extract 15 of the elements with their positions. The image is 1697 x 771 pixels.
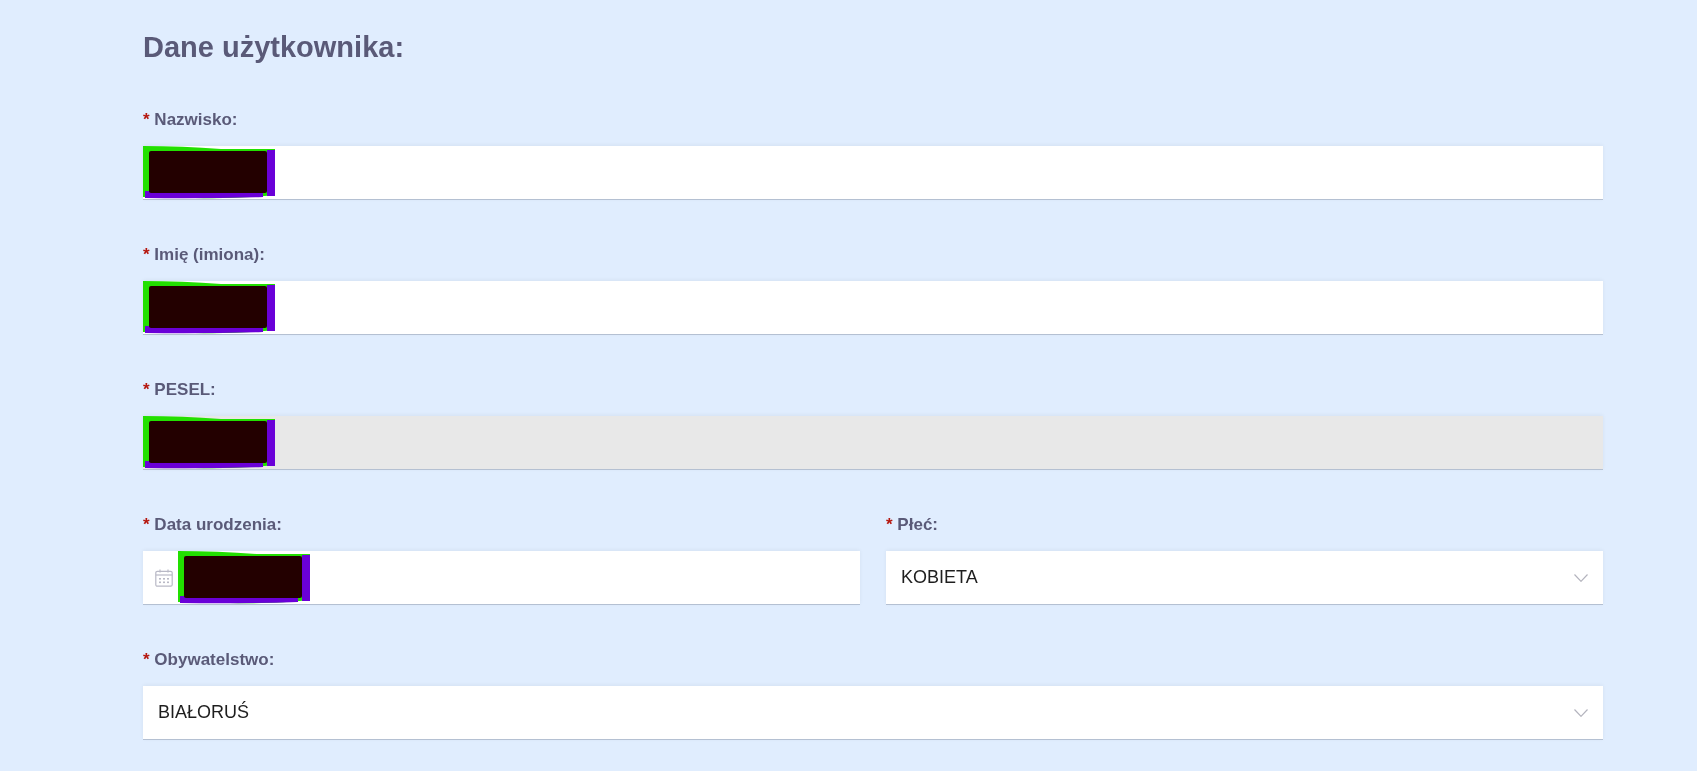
calendar-icon (155, 568, 173, 587)
text-field[interactable] (143, 281, 1603, 335)
select-dropdown[interactable]: KOBIETA (886, 551, 1603, 605)
field-label: * Obywatelstwo: (143, 649, 276, 671)
date-field[interactable] (143, 551, 860, 605)
field-label: * Nazwisko: (143, 109, 239, 131)
field-label: * Imię (imiona): (143, 244, 266, 266)
field-label: * Data urodzenia: (143, 514, 283, 536)
text-field[interactable] (143, 146, 1603, 200)
chevron-down-icon (1574, 573, 1588, 582)
chevron-down-icon (1574, 708, 1588, 717)
section-heading: Dane użytkownika: (143, 30, 406, 65)
field-label: * Płeć: (886, 514, 939, 536)
field-label: * PESEL: (143, 379, 217, 401)
select-dropdown[interactable]: BIAŁORUŚ (143, 686, 1603, 740)
